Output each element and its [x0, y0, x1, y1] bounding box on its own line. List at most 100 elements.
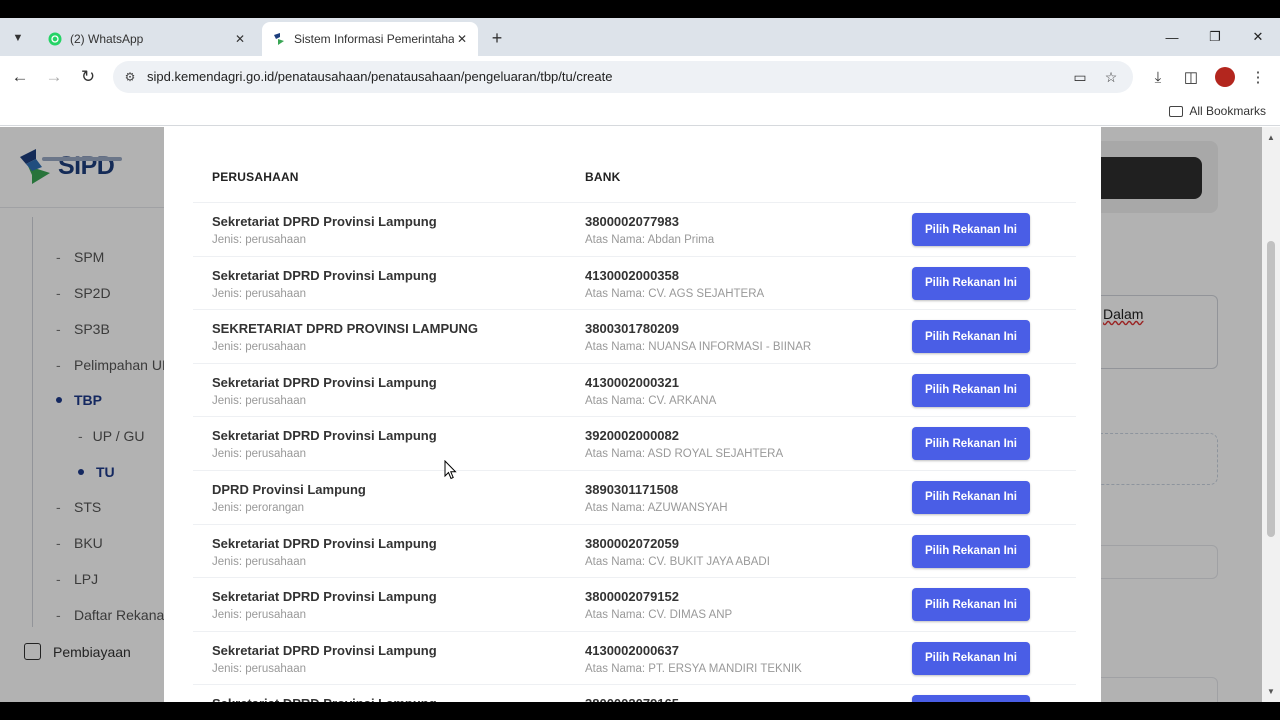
close-icon[interactable]: ✕ [232, 31, 248, 47]
table-row: DPRD Provinsi Lampung Jenis: perorangan 38… [193, 469, 1076, 524]
site-info-icon[interactable]: ⚙ [121, 68, 139, 86]
company-type: Jenis: perusahaan [212, 609, 306, 622]
company-type: Jenis: perusahaan [212, 341, 306, 354]
screen: ▼ (2) WhatsApp ✕ Sistem Informasi Pemeri… [0, 0, 1280, 720]
account-holder: Atas Nama: NUANSA INFORMASI - BIINAR [585, 341, 812, 354]
column-header-company: PERUSAHAAN [212, 170, 299, 184]
all-bookmarks-label: All Bookmarks [1189, 104, 1266, 118]
select-partner-button[interactable]: Pilih Rekanan Ini [912, 641, 1030, 675]
company-type: Jenis: perusahaan [212, 662, 306, 675]
tab-search-button[interactable]: ▼ [6, 26, 30, 50]
bank-cell: 4130002000637 Atas Nama: PT. ERSYA MANDIR… [585, 643, 802, 675]
scroll-down-icon[interactable]: ▼ [1267, 687, 1275, 696]
select-partner-button[interactable]: Pilih Rekanan Ini [912, 480, 1030, 514]
company-cell: DPRD Provinsi Lampung Jenis: perorangan [212, 482, 366, 514]
account-holder: Atas Nama: Abdan Prima [585, 234, 715, 246]
account-number: 3800002072059 [585, 535, 679, 551]
all-bookmarks[interactable]: All Bookmarks [1169, 104, 1266, 118]
tab-whatsapp[interactable]: (2) WhatsApp ✕ [38, 22, 256, 56]
select-partner-button[interactable]: Pilih Rekanan Ini [912, 695, 1030, 702]
company-name: Sekretariat DPRD Provinsi Lampung [212, 642, 437, 658]
minimize-icon[interactable]: — [1157, 26, 1187, 48]
company-name: Sekretariat DPRD Provinsi Lampung [212, 267, 437, 283]
address-bar[interactable]: ⚙ sipd.kemendagri.go.id/penatausahaan/pe… [113, 61, 1133, 93]
table-row: Sekretariat DPRD Provinsi Lampung Jenis: … [193, 416, 1076, 470]
select-partner-button[interactable]: Pilih Rekanan Ini [912, 266, 1030, 300]
bank-cell: 3800002079152 Atas Nama: CV. DIMAS ANP [585, 589, 732, 621]
select-partner-button[interactable]: Pilih Rekanan Ini [912, 588, 1030, 622]
company-name: Sekretariat DPRD Provinsi Lampung [212, 428, 437, 444]
account-number: 3800002077983 [585, 214, 679, 229]
bank-cell: 3920002000082 Atas Nama: ASD ROYAL SEJAHT… [585, 428, 783, 460]
account-holder: Atas Nama: AZUWANSYAH [585, 501, 728, 514]
window-close-icon[interactable]: ✕ [1243, 26, 1273, 48]
tab-sipd[interactable]: Sistem Informasi Pemerintahan ✕ [262, 22, 478, 56]
table-row: Sekretariat DPRD Provinsi Lampung Jenis: … [193, 202, 1076, 256]
new-tab-button[interactable]: + [486, 27, 508, 49]
scrollbar-thumb[interactable] [1267, 241, 1275, 537]
close-icon[interactable]: ✕ [454, 31, 470, 47]
account-holder: Atas Nama: PT. ERSYA MANDIRI TEKNIK [585, 662, 802, 675]
company-cell: Sekretariat DPRD Provinsi Lampung Jenis: … [212, 268, 437, 300]
company-cell: Sekretariat DPRD Provinsi Lampung Jenis: … [212, 643, 437, 675]
tab-title: (2) WhatsApp [70, 32, 144, 46]
scroll-up-icon[interactable]: ▲ [1267, 133, 1275, 142]
account-number: 3800301780209 [585, 321, 679, 337]
bookmarks-bar: All Bookmarks [0, 98, 1280, 126]
account-holder: Atas Nama: CV. ARKANA [585, 394, 717, 407]
account-number: 3890301171508 [585, 481, 679, 497]
select-partner-button[interactable]: Pilih Rekanan Ini [912, 213, 1030, 246]
table-row: Sekretariat DPRD Provinsi Lampung Jenis: … [193, 255, 1076, 310]
account-number: 4130002000637 [585, 642, 679, 658]
bank-cell: 3800002077983 Atas Nama: Abdan Prima [585, 214, 714, 246]
tab-title: Sistem Informasi Pemerintahan [294, 32, 454, 46]
account-holder: Atas Nama: CV. AGS SEJAHTERA [585, 287, 765, 300]
bank-cell: 3800301780209 Atas Nama: NUANSA INFORMASI… [585, 321, 811, 353]
select-partner-button[interactable]: Pilih Rekanan Ini [912, 320, 1030, 354]
url-text[interactable]: sipd.kemendagri.go.id/penatausahaan/pena… [147, 69, 612, 84]
select-partner-button[interactable]: Pilih Rekanan Ini [912, 373, 1030, 407]
company-type: Jenis: perusahaan [212, 448, 306, 461]
forward-icon[interactable]: → [42, 65, 66, 89]
account-holder: Atas Nama: CV. DIMAS ANP [585, 609, 733, 622]
company-cell: Sekretariat DPRD Provinsi Lampung Jenis: … [212, 375, 437, 407]
bank-cell: 3800002072059 Atas Nama: CV. BUKIT JAYA A… [585, 536, 770, 568]
browser-toolbar: ← → ↻ ⚙ sipd.kemendagri.go.id/penatausah… [0, 56, 1280, 98]
bottom-letterbox [0, 702, 1280, 720]
company-name: Sekretariat DPRD Provinsi Lampung [212, 374, 437, 390]
back-icon[interactable]: ← [8, 65, 32, 89]
download-icon[interactable]: ⤓ [1147, 66, 1169, 88]
table-row: Sekretariat DPRD Provinsi Lampung Jenis: … [193, 523, 1076, 578]
account-holder: Atas Nama: ASD ROYAL SEJAHTERA [585, 448, 784, 461]
bookmark-star-icon[interactable]: ☆ [1101, 67, 1121, 87]
company-cell: Sekretariat DPRD Provinsi Lampung Jenis: … [212, 428, 437, 460]
top-letterbox [0, 0, 1280, 18]
profile-avatar[interactable] [1215, 67, 1235, 87]
select-partner-button[interactable]: Pilih Rekanan Ini [912, 534, 1030, 568]
company-type: Jenis: perusahaan [212, 234, 306, 246]
menu-kebab-icon[interactable]: ⋮ [1247, 66, 1269, 88]
account-number: 4130002000358 [585, 267, 679, 283]
page: SIPD - SPM - SP2D - SP3B - Pelimpahan UP TBP… [0, 127, 1280, 702]
bank-cell: 4130002000358 Atas Nama: CV. AGS SEJAHTER… [585, 268, 764, 300]
company-type: Jenis: perorangan [212, 501, 305, 514]
partner-list: Sekretariat DPRD Provinsi Lampung Jenis: … [193, 202, 1076, 702]
select-partner-button[interactable]: Pilih Rekanan Ini [912, 427, 1030, 461]
whatsapp-icon [48, 32, 62, 46]
side-panel-icon[interactable]: ◫ [1180, 66, 1202, 88]
table-row: Sekretariat DPRD Provinsi Lampung Jenis: … [193, 577, 1076, 631]
table-row: SEKRETARIAT DPRD PROVINSI LAMPUNG Jenis: … [193, 309, 1076, 363]
select-partner-modal: PERUSAHAAN BANK Sekretariat DPRD Provins… [164, 127, 1101, 702]
page-scrollbar[interactable]: ▲ ▼ [1262, 127, 1280, 702]
bank-cell: 3890301171508 Atas Nama: AZUWANSYAH [585, 482, 728, 514]
bank-cell: 4130002000321 Atas Nama: CV. ARKANA [585, 375, 716, 407]
company-name: Sekretariat DPRD Provinsi Lampung [212, 535, 437, 551]
column-header-bank: BANK [585, 170, 621, 184]
tab-bar: ▼ (2) WhatsApp ✕ Sistem Informasi Pemeri… [0, 18, 1280, 56]
company-type: Jenis: perusahaan [212, 394, 306, 407]
reload-icon[interactable]: ↻ [76, 65, 100, 89]
install-app-icon[interactable]: ▭ [1070, 67, 1090, 87]
company-type: Jenis: perusahaan [212, 287, 306, 300]
folder-icon [1169, 105, 1184, 117]
restore-icon[interactable]: ❐ [1200, 26, 1230, 48]
